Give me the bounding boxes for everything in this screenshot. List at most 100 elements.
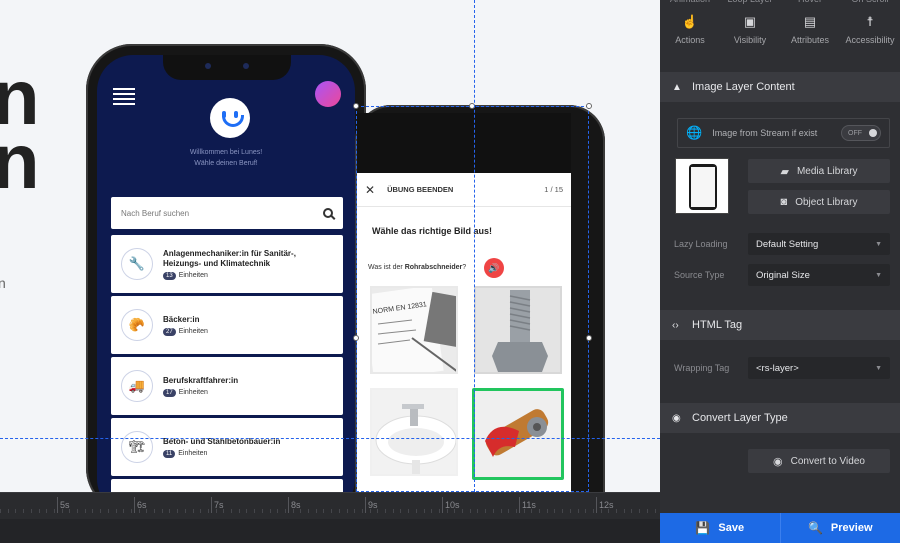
timeline-minor-tick [654,509,656,513]
resize-handle[interactable] [586,103,592,109]
timeline-minor-tick [338,509,340,513]
plumbing-icon: 🔧 [121,248,153,280]
job-units-label: Einheiten [178,328,208,335]
source-type-label: Source Type [674,270,725,280]
tab-on-scroll[interactable]: On Scroll [840,0,900,8]
job-count-badge: 13 [163,271,176,280]
timeline-minor-tick [431,509,433,513]
vertical-guide-line [474,0,475,492]
timeline-minor-tick [546,509,548,513]
timeline-minor-tick [107,509,109,513]
code-icon: ‹› [672,319,679,331]
timeline-minor-tick [69,509,71,513]
mountain-icon: ▲ [672,81,682,93]
timeline-minor-tick [200,509,202,513]
globe-icon: 🌐 [686,125,703,140]
search-icon: 🔍 [807,521,823,535]
visibility-icon: ▣ [743,14,757,29]
timeline-minor-tick [616,509,617,513]
convert-to-video-button[interactable]: ◉ Convert to Video [748,449,890,473]
timeline-minor-tick [92,509,94,513]
media-library-button[interactable]: ▰ Media Library [748,159,890,183]
animation-tabs: Animation Loop Layer Hover On Scroll [660,0,900,8]
resize-handle[interactable] [353,103,359,109]
timeline-minor-tick [30,509,32,513]
brand-logo-icon [315,81,341,107]
timeline-minor-tick [130,509,132,513]
timeline-minor-tick [292,509,294,513]
wrapping-tag-select[interactable]: <rs-layer> ▼ [748,357,890,379]
timeline-minor-tick [53,509,55,513]
timeline-minor-tick [515,509,517,513]
timeline-minor-tick [308,509,309,513]
object-library-button[interactable]: ◙ Object Library [748,190,890,214]
timeline-minor-tick [446,509,448,513]
timeline-minor-tick [331,509,333,513]
timeline-minor-tick [377,509,379,513]
timeline-minor-tick [23,509,25,513]
save-button[interactable]: 💾 Save [660,513,780,543]
timeline-minor-tick [500,509,502,513]
image-thumbnail[interactable] [675,158,729,214]
section-image-layer-content[interactable]: ▲ Image Layer Content [660,72,900,102]
timeline-minor-tick [492,509,494,513]
timeline-major-tick [442,497,443,513]
tab-visibility[interactable]: ▣ Visibility [720,14,780,54]
editor-canvas[interactable]: n n n Willkommen bei Lunes! Wähle deinen… [0,0,660,492]
tab-actions[interactable]: ☝ Actions [660,14,720,54]
timeline-minor-tick [46,509,48,513]
timeline-minor-tick [438,509,440,513]
lazy-loading-label: Lazy Loading [674,239,728,249]
image-from-stream-row: 🌐 Image from Stream if exist OFF [677,118,890,148]
timeline-minor-tick [123,509,125,513]
hero-subtext[interactable]: n [0,275,6,291]
timeline-minor-tick [608,509,610,513]
timeline-track[interactable] [0,519,660,543]
section-convert-layer-type[interactable]: ◉ Convert Layer Type [660,403,900,433]
save-icon: 💾 [695,521,711,535]
lazy-loading-select[interactable]: Default Setting ▼ [748,233,890,255]
section-html-tag[interactable]: ‹› HTML Tag [660,310,900,340]
resize-handle[interactable] [353,335,359,341]
timeline-minor-tick [215,509,217,513]
job-title: Anlagenmechaniker:in für Sanitär-, Heizu… [163,248,296,268]
timeline-minor-tick [100,509,102,513]
timeline-minor-tick [554,509,556,513]
timeline-major-tick [288,497,289,513]
resize-handle[interactable] [586,335,592,341]
video-icon: ◉ [773,455,783,468]
timeline-minor-tick [223,509,225,513]
welcome-text: Willkommen bei Lunes! Wähle deinen Beruf… [189,149,263,167]
timeline-minor-tick [631,509,633,513]
timeline-minor-tick [161,509,163,513]
timeline[interactable]: 5s 6s 7s 8s 9s 10s 11s 12s [0,492,660,543]
hero-heading-line-2[interactable]: n [0,122,40,200]
construction-icon: 🏗 [121,431,153,463]
stream-toggle[interactable]: OFF [841,125,881,141]
timeline-minor-tick [531,509,533,513]
timeline-major-tick [596,497,597,513]
tab-hover[interactable]: Hover [780,0,840,8]
timeline-minor-tick [585,509,587,513]
timeline-minor-tick [361,509,363,513]
caret-down-icon: ▼ [875,364,882,372]
bakery-icon: 🥐 [121,309,153,341]
job-card: 🚚 Berufskraftfahrer:in 17 Einheiten [111,357,343,415]
tab-loop-layer[interactable]: Loop Layer [720,0,780,8]
tab-animation[interactable]: Animation [660,0,720,8]
source-type-select[interactable]: Original Size ▼ [748,264,890,286]
timeline-minor-tick [508,509,510,513]
layer-option-tabs: ☝ Actions ▣ Visibility ▤ Attributes ☨ Access… [660,14,900,54]
smiley-logo-icon [210,98,250,138]
phone-mockup-jobs[interactable]: Willkommen bei Lunes! Wähle deinen Beruf… [86,44,366,492]
selected-layer-outline[interactable] [353,103,592,492]
tab-attributes[interactable]: ▤ Attributes [780,14,840,54]
preview-button[interactable]: 🔍 Preview [779,513,900,543]
job-card: 🏗 Beton- und Stahlbetonbauer:in 11 Einhei… [111,418,343,476]
timeline-minor-tick [207,509,209,513]
timeline-minor-tick [7,509,9,513]
hand-pointer-icon: ☝ [681,14,699,29]
media-library-icon: ▰ [780,165,789,178]
tab-accessibility[interactable]: ☨ Accessibility [840,14,900,54]
phone-notch [163,55,291,80]
